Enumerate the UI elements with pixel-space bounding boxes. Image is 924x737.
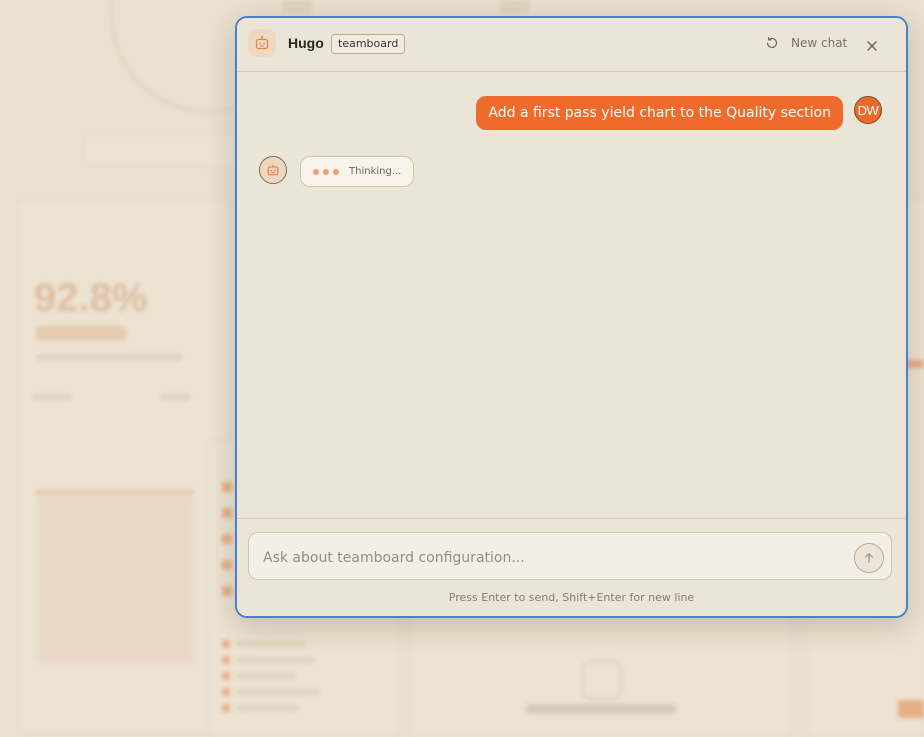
history-icon [765, 36, 779, 50]
backdrop-chart [36, 490, 194, 663]
close-icon[interactable] [864, 38, 880, 54]
message-list: Add a first pass yield chart to the Qual… [237, 72, 906, 518]
input-hint: Press Enter to send, Shift+Enter for new… [448, 591, 695, 604]
assistant-chat-dialog: Hugo teamboard New chat Add a first pass… [235, 16, 908, 618]
chat-header: Hugo teamboard New chat [237, 18, 906, 72]
chat-input[interactable] [261, 545, 845, 571]
avatar: DW [854, 96, 882, 124]
send-button[interactable] [854, 543, 884, 573]
new-chat-button[interactable]: New chat [765, 32, 847, 54]
arrow-up-icon [863, 552, 875, 564]
context-tag: teamboard [331, 34, 406, 54]
assistant-name: Hugo [288, 35, 324, 51]
typing-dots-icon [313, 168, 339, 175]
robot-icon [259, 156, 287, 184]
thinking-label: Thinking... [349, 166, 402, 177]
composer [248, 532, 892, 580]
user-message: Add a first pass yield chart to the Qual… [476, 96, 843, 130]
composer-area: Press Enter to send, Shift+Enter for new… [237, 518, 906, 616]
robot-icon [248, 29, 276, 57]
thinking-indicator: Thinking... [300, 156, 415, 187]
new-chat-label: New chat [791, 36, 848, 50]
backdrop-configure-button [84, 134, 246, 166]
backdrop-metric: 92.8% [34, 276, 148, 320]
